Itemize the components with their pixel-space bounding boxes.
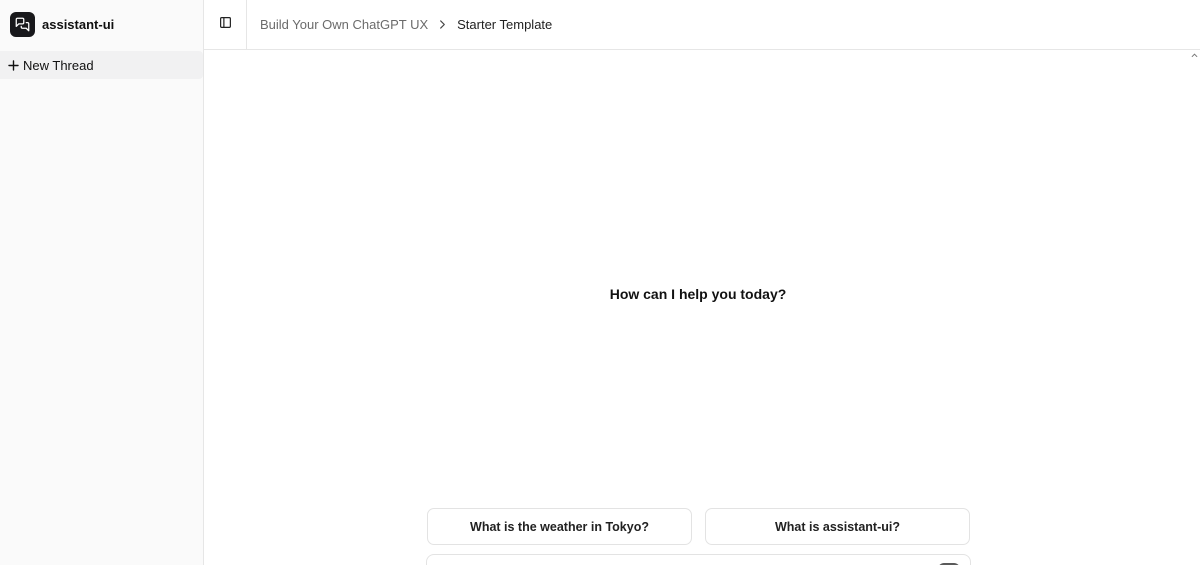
- chevron-right-icon: [438, 20, 447, 29]
- suggestion-button[interactable]: What is the weather in Tokyo?: [427, 508, 692, 545]
- new-thread-label: New Thread: [23, 57, 94, 73]
- thread-viewport: How can I help you today? What is the we…: [204, 50, 1200, 565]
- header: Build Your Own ChatGPT UX Starter Templa…: [204, 0, 1200, 50]
- sidebar: assistant-ui New Thread: [0, 0, 204, 565]
- composer[interactable]: [426, 554, 971, 565]
- scrollbar[interactable]: [1188, 50, 1200, 565]
- new-thread-button[interactable]: New Thread: [0, 51, 203, 79]
- sidebar-toggle-button[interactable]: [204, 0, 247, 49]
- sidebar-toggle-icon: [219, 16, 232, 34]
- plus-icon: [8, 59, 19, 71]
- welcome-message: How can I help you today?: [609, 286, 787, 302]
- breadcrumb-current: Starter Template: [457, 17, 553, 32]
- chevron-up-icon[interactable]: [1189, 50, 1199, 60]
- breadcrumb-link[interactable]: Build Your Own ChatGPT UX: [260, 17, 428, 32]
- chat-bubbles-icon: [10, 11, 35, 37]
- suggestion-button[interactable]: What is assistant-ui?: [705, 508, 970, 545]
- breadcrumb: Build Your Own ChatGPT UX Starter Templa…: [260, 0, 552, 49]
- brand-name: assistant-ui: [42, 16, 115, 32]
- app-window: assistant-ui New Thread Build Your Own C…: [0, 0, 1200, 565]
- brand[interactable]: assistant-ui: [10, 11, 114, 37]
